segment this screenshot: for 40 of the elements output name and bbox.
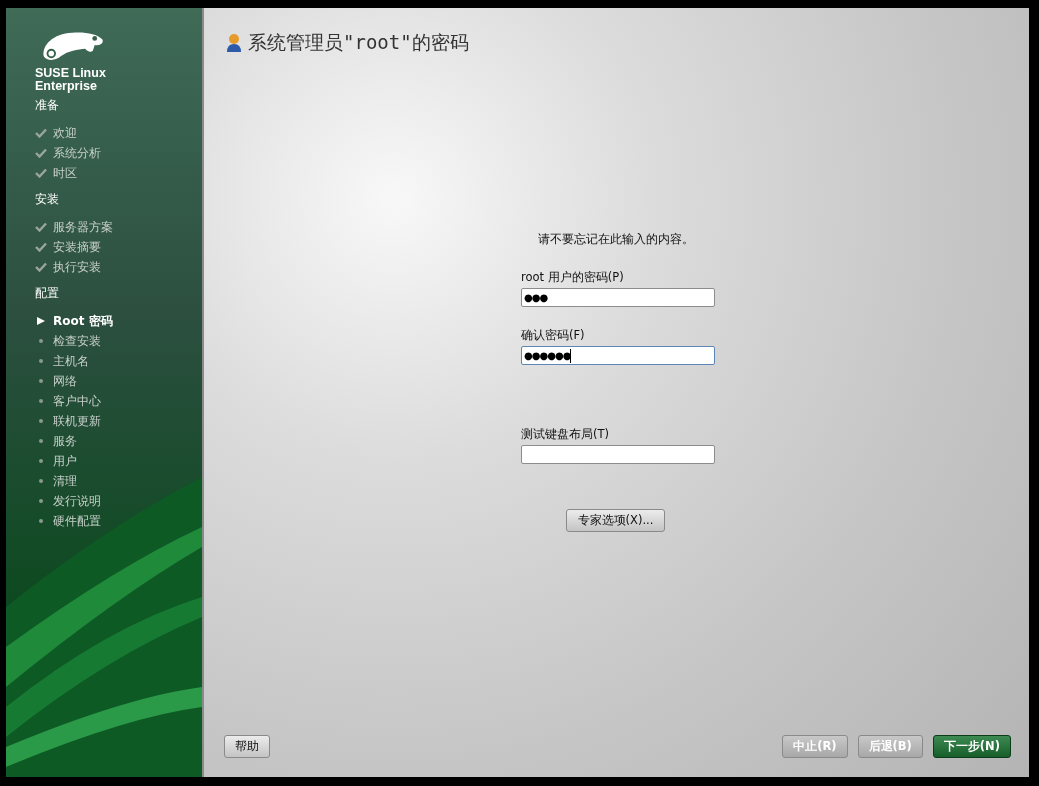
footer-button[interactable]: 下一步(N) (932, 735, 1011, 758)
step-label: 硬件配置 (53, 512, 101, 530)
step-label: 主机名 (53, 352, 89, 370)
hint-text: 请不要忘记在此输入的内容。 (538, 232, 694, 247)
field-label: 确认密码(F) (521, 328, 586, 343)
step-label: 客户中心 (53, 392, 101, 410)
arrow-icon (35, 316, 47, 326)
step-label: 执行安装 (53, 258, 101, 276)
check-icon (35, 128, 47, 138)
brand-name: SUSE Linux Enterprise (35, 67, 107, 93)
check-icon (35, 242, 47, 252)
user-icon (226, 33, 242, 53)
field-label: 测试键盘布局(T) (521, 427, 610, 442)
input-field[interactable]: ●●●●●● (521, 346, 715, 365)
step-label: 清理 (53, 472, 77, 490)
step-label: 检查安装 (53, 332, 101, 350)
expert-options-button[interactable]: 专家选项(X)... (566, 509, 665, 532)
step-label: 服务器方案 (53, 218, 113, 236)
input-field[interactable] (521, 445, 715, 464)
step-label: Root 密码 (53, 312, 113, 330)
step-label: 发行说明 (53, 492, 101, 510)
step-group-title: 配置 (35, 285, 60, 302)
page-title: 系统管理员"root"的密码 (248, 30, 469, 55)
step-label: 用户 (53, 452, 77, 470)
step-label: 安装摘要 (53, 238, 101, 256)
step-label: 服务 (53, 432, 77, 450)
step-label: 欢迎 (53, 124, 77, 142)
check-icon (35, 222, 47, 232)
step-group-title: 准备 (35, 97, 60, 114)
step-label: 网络 (53, 372, 77, 390)
check-icon (35, 262, 47, 272)
step-label: 系统分析 (53, 144, 101, 162)
field-label: root 用户的密码(P) (521, 270, 625, 285)
check-icon (35, 148, 47, 158)
check-icon (35, 168, 47, 178)
footer-button[interactable]: 帮助 (224, 735, 270, 758)
step-label: 联机更新 (53, 412, 101, 430)
step-group-title: 安装 (35, 191, 60, 208)
step-label: 时区 (53, 164, 77, 182)
input-field[interactable]: ●●● (521, 288, 715, 307)
